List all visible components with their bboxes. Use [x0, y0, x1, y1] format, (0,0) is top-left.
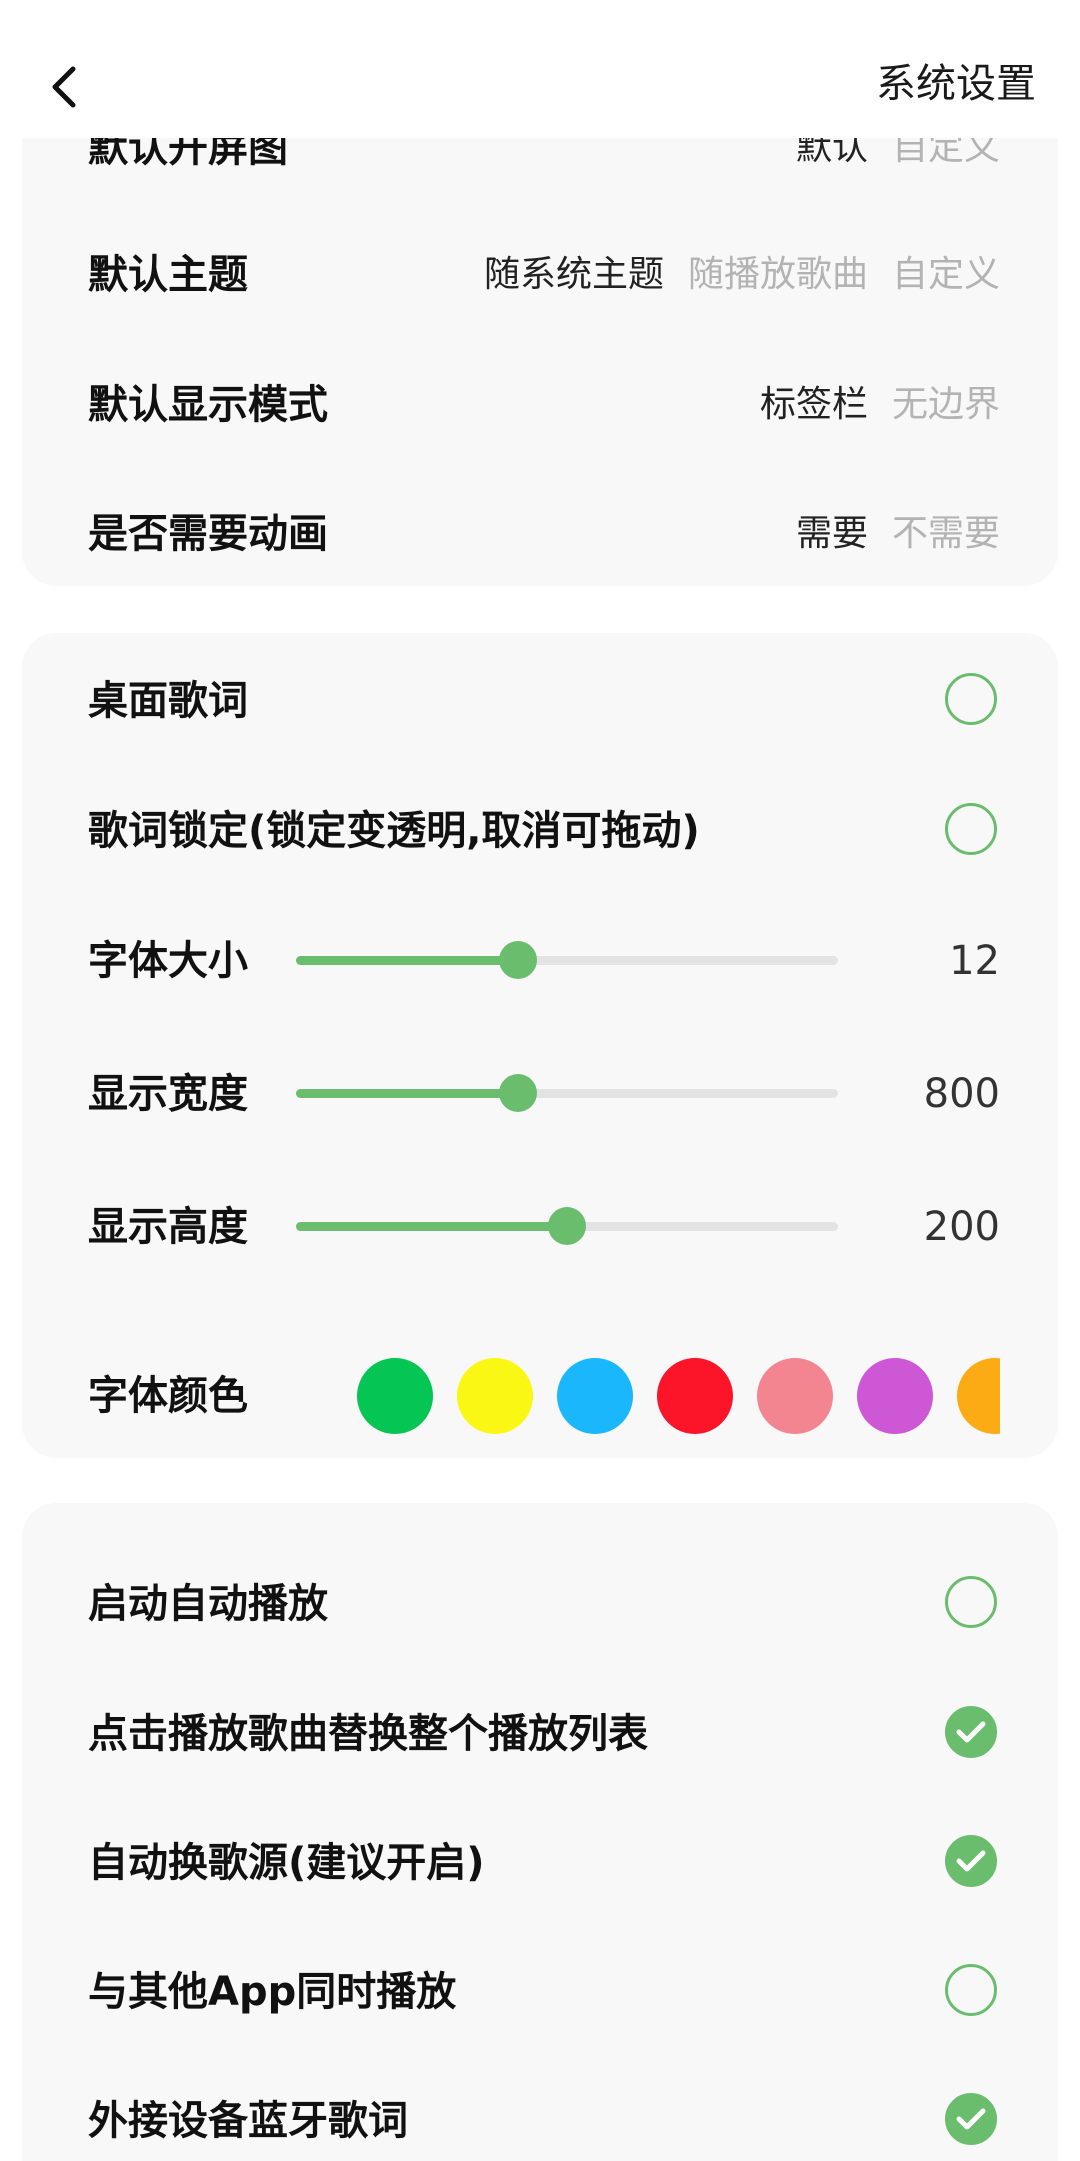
display-mode-options: 标签栏 无边界: [760, 377, 1000, 433]
auto-play-checkbox[interactable]: [945, 1576, 997, 1628]
replace-list-checkbox[interactable]: [945, 1706, 997, 1758]
theme-option-custom[interactable]: 自定义: [892, 247, 1000, 303]
color-swatch-green[interactable]: [357, 1358, 433, 1434]
bluetooth-lyrics-checkbox[interactable]: [945, 2093, 997, 2145]
display-width-label: 显示宽度: [88, 1071, 248, 1117]
color-swatch-purple[interactable]: [857, 1358, 933, 1434]
animation-options: 需要 不需要: [796, 506, 1000, 562]
settings-screen: 默认开屏图 默认 自定义 默认主题 随系统主题 随播放歌曲 自定义 默认显示模式…: [0, 0, 1080, 2161]
slider-fill: [296, 1222, 567, 1231]
color-swatch-blue[interactable]: [557, 1358, 633, 1434]
bluetooth-lyrics-label: 外接设备蓝牙歌词: [88, 2098, 408, 2144]
slider-thumb[interactable]: [499, 941, 538, 979]
display-height-label: 显示高度: [88, 1204, 248, 1250]
checkmark-icon: [956, 2108, 986, 2130]
animation-option-yes[interactable]: 需要: [796, 506, 868, 562]
color-swatch-orange[interactable]: [957, 1358, 1000, 1434]
display-height-slider[interactable]: [296, 1206, 838, 1246]
top-bar: 系统设置: [0, 0, 1080, 138]
back-button[interactable]: [30, 52, 100, 122]
auto-play-label: 启动自动播放: [88, 1581, 328, 1627]
display-mode-option-tabbar[interactable]: 标签栏: [760, 377, 868, 433]
display-width-value: 800: [923, 1071, 1000, 1117]
display-height-value: 200: [923, 1204, 1000, 1250]
font-color-label: 字体颜色: [88, 1373, 248, 1419]
display-mode-option-borderless[interactable]: 无边界: [892, 377, 1000, 433]
font-size-label: 字体大小: [88, 938, 248, 984]
page-title: 系统设置: [876, 61, 1036, 107]
chevron-left-icon: [52, 66, 76, 108]
font-color-swatches: [357, 1358, 1000, 1436]
color-swatch-red[interactable]: [657, 1358, 733, 1434]
theme-option-song[interactable]: 随播放歌曲: [688, 247, 868, 303]
theme-options: 随系统主题 随播放歌曲 自定义: [484, 247, 1000, 303]
lyrics-settings-card: [22, 633, 1058, 1458]
mix-with-others-label: 与其他App同时播放: [88, 1969, 457, 2015]
mix-with-others-checkbox[interactable]: [945, 1964, 997, 2016]
theme-option-system[interactable]: 随系统主题: [484, 247, 664, 303]
animation-label: 是否需要动画: [88, 511, 328, 557]
lyrics-lock-checkbox[interactable]: [945, 803, 997, 855]
slider-thumb[interactable]: [499, 1074, 538, 1112]
replace-list-label: 点击播放歌曲替换整个播放列表: [88, 1711, 648, 1757]
display-width-slider[interactable]: [296, 1073, 838, 1113]
desktop-lyrics-label: 桌面歌词: [88, 678, 248, 724]
font-size-value: 12: [949, 938, 1000, 984]
display-mode-label: 默认显示模式: [88, 382, 328, 428]
theme-label: 默认主题: [88, 252, 248, 298]
checkmark-icon: [956, 1721, 986, 1743]
animation-option-no[interactable]: 不需要: [892, 506, 1000, 562]
auto-source-label: 自动换歌源(建议开启): [88, 1840, 485, 1886]
checkmark-icon: [956, 1850, 986, 1872]
desktop-lyrics-checkbox[interactable]: [945, 673, 997, 725]
slider-fill: [296, 1089, 519, 1098]
lyrics-lock-label: 歌词锁定(锁定变透明,取消可拖动): [88, 808, 700, 854]
auto-source-checkbox[interactable]: [945, 1835, 997, 1887]
color-swatch-yellow[interactable]: [457, 1358, 533, 1434]
slider-fill: [296, 956, 519, 965]
slider-thumb[interactable]: [548, 1207, 586, 1245]
color-swatch-pink[interactable]: [757, 1358, 833, 1434]
font-size-slider[interactable]: [296, 940, 838, 980]
